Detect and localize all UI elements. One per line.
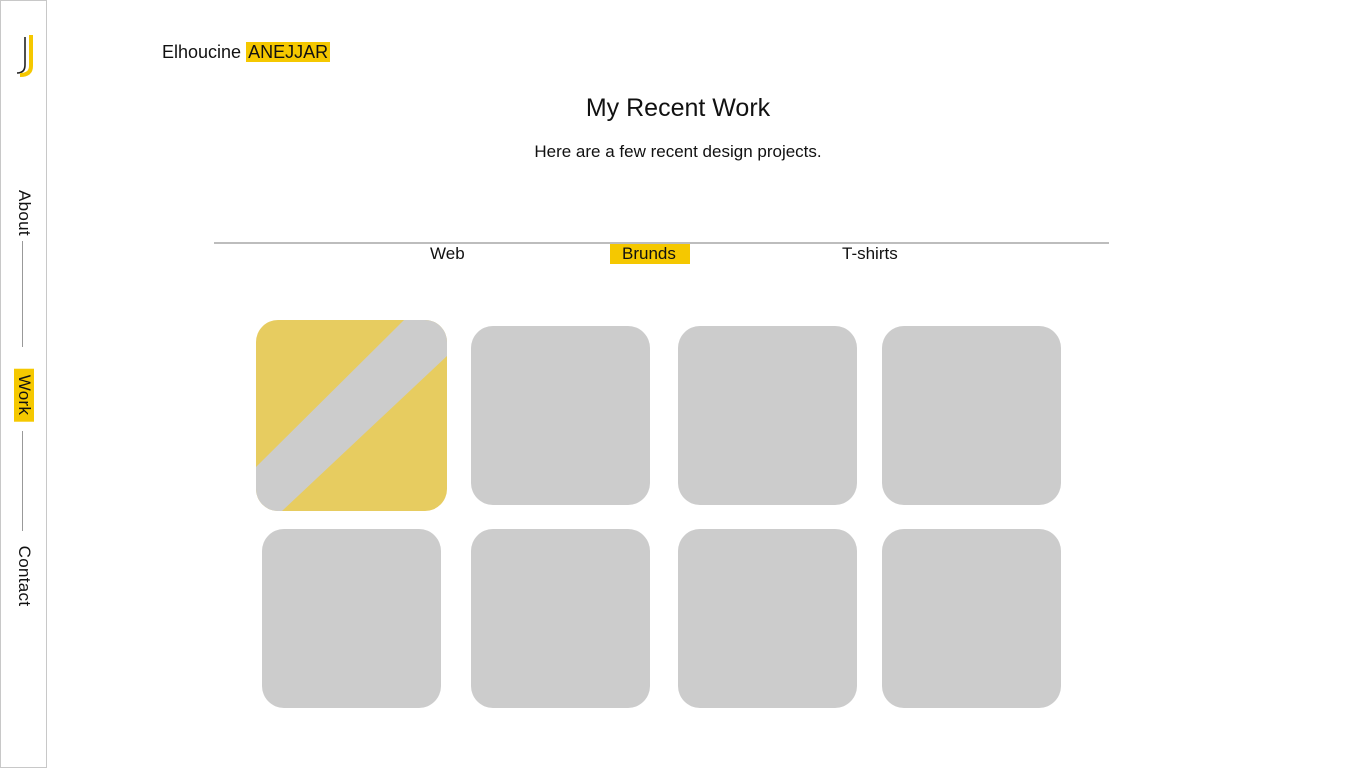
page-subtitle: Here are a few recent design projects. <box>534 142 822 161</box>
project-card[interactable] <box>882 326 1061 505</box>
sidebar-divider <box>22 241 23 347</box>
project-card[interactable] <box>471 529 650 708</box>
sidebar-item-contact[interactable]: Contact <box>14 546 34 607</box>
tab-brunds[interactable]: Brunds <box>610 244 690 264</box>
project-card[interactable] <box>678 529 857 708</box>
sidebar-divider <box>22 431 23 531</box>
project-card[interactable] <box>471 326 650 505</box>
project-card[interactable] <box>262 529 441 708</box>
sidebar-item-about[interactable]: About <box>14 190 34 236</box>
stripe-pattern-icon <box>256 320 447 511</box>
page-title: My Recent Work <box>585 94 771 122</box>
tab-web[interactable]: Web <box>430 244 465 264</box>
project-card-featured[interactable] <box>256 320 447 511</box>
site-name[interactable]: Elhoucine ANEJJAR <box>162 40 331 64</box>
j-monogram-icon[interactable] <box>11 35 37 77</box>
sidebar-item-work[interactable]: Work <box>14 368 34 422</box>
first-name: Elhoucine <box>162 42 242 62</box>
tab-tshirts[interactable]: T-shirts <box>842 244 898 264</box>
project-card[interactable] <box>678 326 857 505</box>
last-name: ANEJJAR <box>246 42 331 62</box>
sidebar: About Work Contact <box>0 0 47 768</box>
project-card[interactable] <box>882 529 1061 708</box>
